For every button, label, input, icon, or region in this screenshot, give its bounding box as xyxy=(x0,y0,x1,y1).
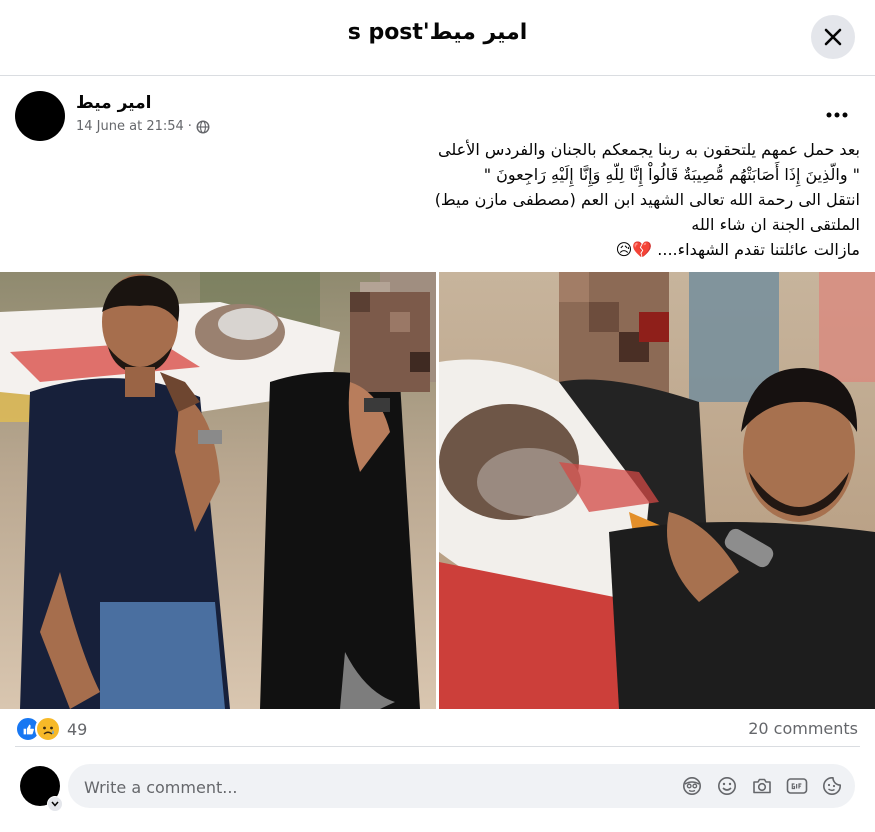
post-photo-right[interactable] xyxy=(439,272,875,709)
chevron-down-icon xyxy=(51,801,59,807)
photo-right-illustration xyxy=(439,272,875,709)
post-text-line: " والّذِينَ إِذَا أَصَابَتْهُم مُّصِيبَة… xyxy=(483,165,860,184)
post-photo-left[interactable] xyxy=(0,272,436,709)
avatar-sticker-button[interactable] xyxy=(681,775,703,797)
post-meta: 14 June at 21:54 · xyxy=(76,119,210,134)
gif-button[interactable] xyxy=(786,775,808,797)
camera-icon xyxy=(753,778,771,794)
dialog-title: امير ميط's post xyxy=(347,20,528,45)
close-button[interactable] xyxy=(811,15,855,59)
gif-icon xyxy=(786,778,808,794)
author-avatar[interactable] xyxy=(15,91,65,141)
comment-composer xyxy=(68,764,855,810)
sticker-button[interactable] xyxy=(821,775,843,797)
divider xyxy=(15,746,860,747)
post-text-line: الملتقى الجنة ان شاء الله xyxy=(691,215,860,234)
reaction-count[interactable]: 49 xyxy=(67,720,87,739)
close-icon xyxy=(824,28,842,46)
post-text-line: بعد حمل عمهم يلتحقون به ربنا يجمعكم بالج… xyxy=(438,140,860,159)
emoji-icon xyxy=(718,777,736,795)
author-name[interactable]: امير ميط xyxy=(76,93,151,113)
post-text-line: انتقل الى رحمة الله تعالى الشهيد ابن الع… xyxy=(434,190,860,209)
account-switch-button[interactable] xyxy=(47,796,63,812)
post-text: بعد حمل عمهم يلتحقون به ربنا يجمعكم بالج… xyxy=(40,137,860,262)
post-text-line: مازالت عائلتنا تقدم الشهداء.... 💔😥 xyxy=(615,240,860,259)
more-options-icon xyxy=(826,112,848,118)
emoji-button[interactable] xyxy=(716,775,738,797)
comment-input[interactable] xyxy=(82,764,646,810)
post-timestamp[interactable]: 14 June at 21:54 xyxy=(76,119,184,134)
meta-separator: · xyxy=(187,119,192,134)
comments-count[interactable]: 20 comments xyxy=(748,719,858,738)
reactions-summary[interactable]: 49 xyxy=(15,716,87,742)
dialog-header: امير ميط's post xyxy=(0,0,875,76)
photo-button[interactable] xyxy=(751,775,773,797)
avatar-sticker-icon xyxy=(683,777,701,795)
sticker-icon xyxy=(823,777,841,795)
photo-left-illustration xyxy=(0,272,436,709)
post-options-button[interactable] xyxy=(819,103,855,127)
sad-icon xyxy=(35,716,61,742)
globe-icon[interactable] xyxy=(196,120,210,134)
